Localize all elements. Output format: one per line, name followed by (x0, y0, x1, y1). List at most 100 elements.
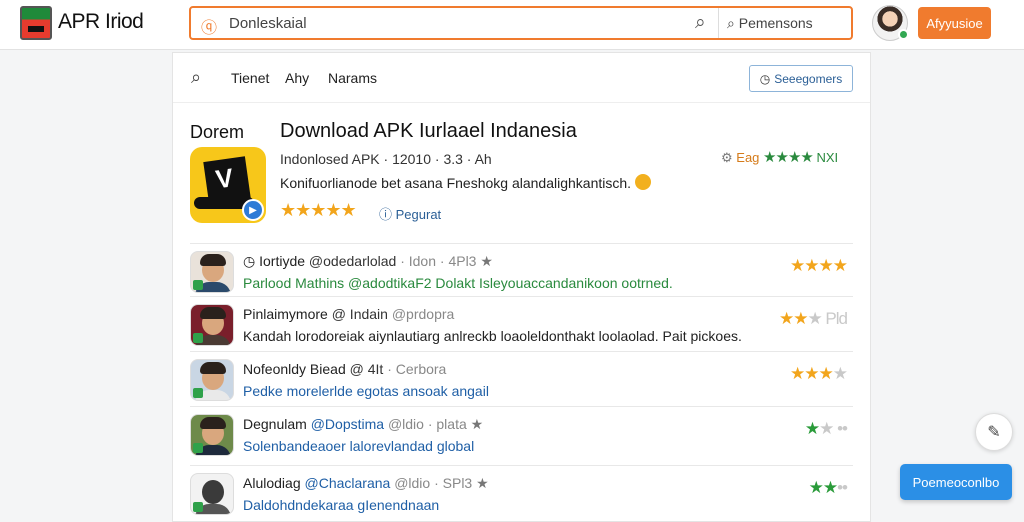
nav-link-1[interactable]: Ahy (285, 70, 309, 86)
search-box[interactable]: ⓠ Donleskaial ⌕ ⌕ Pemensons (189, 6, 853, 40)
rating-badge-suffix: NXI (816, 150, 839, 165)
reviewer-name[interactable]: Nofeonldy Biead (243, 361, 346, 377)
verified-icon (193, 443, 203, 453)
stars-empty: ★ Pld (807, 309, 848, 328)
avatar[interactable] (190, 251, 234, 293)
review-meta: @ldio · plata (387, 416, 467, 432)
app-title: Download APK Iurlaael Indanesia (280, 120, 577, 142)
review-item[interactable]: ◷ Iortiyde @odedarlolad · Idon · 4Pl3 ★ … (190, 243, 853, 299)
review-item[interactable]: Degnulam @Dopstima @ldio · plata ★ Solen… (190, 406, 853, 462)
review-header: ◷ Iortiyde @odedarlolad · Idon · 4Pl3 ★ (243, 253, 493, 270)
stars-filled: ★★ (808, 478, 839, 497)
nav-action-button[interactable]: ◷ Seeegomers (749, 65, 853, 92)
review-text: Parlood Mathins @adodtikaF2 Dolakt Isley… (243, 275, 673, 291)
app-description: Konifuorlianode bet asana Fneshokg aland… (280, 174, 652, 191)
avatar[interactable] (190, 414, 234, 456)
rating-badge-label: Eag (736, 150, 760, 165)
avatar-hair (200, 254, 226, 266)
reviewer-name[interactable]: Pinlaimymore (243, 306, 328, 322)
app-rating-stars: ★★★★★ (280, 200, 357, 220)
main-panel: ⌕ Tienet Ahy Narams ◷ Seeegomers Dorem Do… (172, 52, 871, 522)
verified-icon (193, 333, 203, 343)
review-text: Daldohdndekaraa gIenendnaan (243, 497, 440, 513)
floating-action-button[interactable]: Poemeoconlbo (900, 464, 1012, 500)
avatar[interactable] (190, 304, 234, 346)
search-icon: ⌕ (727, 15, 735, 31)
reviewer-handle[interactable]: @odedarlolad (309, 253, 396, 269)
avatar-hair (200, 307, 226, 319)
review-item[interactable]: Nofeonldy Biead @ 4It · Cerbora Pedke mo… (190, 351, 853, 407)
avatar[interactable] (190, 359, 234, 401)
search-icon[interactable]: ⌕ (191, 67, 201, 88)
rating-badge: ⚙ Eag ★★★★ NXI (721, 148, 838, 166)
rating-link[interactable]: ⓘ Pegurat (379, 204, 441, 223)
nav-link-0[interactable]: Tienet (231, 70, 269, 86)
reviewer-handle[interactable]: @ Indain (332, 306, 388, 322)
reviewer-handle[interactable]: @Dopstima (311, 416, 384, 432)
user-avatar[interactable] (872, 5, 909, 41)
stars-filled: ★★★ (790, 364, 834, 383)
review-stars: ★★•• (808, 478, 848, 498)
review-meta: · Idon · 4Pl3 (400, 253, 477, 269)
review-meta: · Cerbora (387, 361, 447, 377)
reviewer-name[interactable]: Alulodiag (243, 475, 301, 491)
top-action-button[interactable]: Afyyusioe (918, 7, 991, 39)
review-text: Pedke morelerlde egotas ansoak angail (243, 383, 489, 399)
review-stars: ★★★ Pld (778, 309, 848, 329)
clock-icon: ◷ (243, 253, 256, 269)
verified-icon (193, 388, 203, 398)
review-stars: ★★★★ (790, 256, 848, 276)
rating-link-label: Pegurat (395, 207, 442, 222)
review-header: Alulodiag @Chaclarana @ldio · SPl3 ★ (243, 475, 489, 492)
review-meta: @ldio · SPl3 (394, 475, 473, 491)
top-bar: APR Iriod ⓠ Donleskaial ⌕ ⌕ Pemensons Af… (0, 0, 1024, 50)
app-icon[interactable]: ▶ (190, 147, 266, 223)
review-stars: ★★ •• (805, 419, 848, 439)
reviewer-handle[interactable]: @Chaclarana (305, 475, 391, 491)
review-header: Pinlaimymore @ Indain @prdopra (243, 306, 454, 322)
avatar-hair (200, 362, 226, 374)
verified-icon (193, 502, 203, 512)
reviewer-name[interactable]: Iortiyde (259, 253, 305, 269)
reviewer-handle[interactable]: @ 4It (350, 361, 384, 377)
review-stars: ★★★★ (790, 364, 848, 384)
section-label: Dorem (190, 122, 245, 142)
nav-action-label: Seeegomers (774, 71, 843, 86)
stars-empty: ★ •• (819, 419, 848, 438)
review-text: Kandah lorodoreiak aiynlautiarg anlreckb… (243, 328, 742, 344)
emoji-icon (635, 174, 652, 190)
avatar-face (202, 480, 224, 504)
search-submit-icon[interactable]: ⌕ (695, 12, 706, 34)
search-icon: ⓠ (201, 20, 218, 37)
star-icon[interactable]: ★ (471, 416, 484, 432)
stars-empty: ★ (832, 364, 848, 383)
brand-name[interactable]: APR Iriod (58, 10, 144, 34)
avatar[interactable] (190, 473, 234, 515)
review-header: Degnulam @Dopstima @ldio · plata ★ (243, 416, 483, 433)
stars-empty: •• (837, 478, 848, 497)
review-header: Nofeonldy Biead @ 4It · Cerbora (243, 361, 446, 377)
review-item[interactable]: Alulodiag @Chaclarana @ldio · SPl3 ★ Dal… (190, 465, 853, 521)
filter-label: Pemensons (738, 15, 813, 31)
rating-badge-stars: ★★★★ (763, 149, 814, 166)
search-divider (718, 8, 719, 38)
settings-icon: ⚙ (721, 150, 733, 165)
clock-icon: ◷ (759, 71, 771, 86)
verified-icon (193, 280, 203, 290)
nav-link-2[interactable]: Narams (328, 70, 377, 86)
reviewer-name[interactable]: Degnulam (243, 416, 307, 432)
avatar-hair (200, 417, 226, 429)
review-text: Solenbandeaoer lalorevlandad global (243, 438, 475, 454)
stars-filled: ★★★★ (790, 256, 848, 275)
star-icon[interactable]: ★ (480, 253, 493, 269)
stars-filled: ★★ (778, 309, 809, 328)
search-filter[interactable]: ⌕ Pemensons (727, 15, 813, 32)
pencil-icon[interactable]: ✎ (975, 413, 1013, 451)
play-icon: ▶ (242, 199, 264, 221)
review-meta: @prdopra (391, 306, 455, 322)
search-input[interactable]: Donleskaial (229, 15, 307, 32)
app-description-text: Konifuorlianode bet asana Fneshokg aland… (280, 175, 632, 191)
app-logo[interactable] (20, 6, 52, 40)
star-icon[interactable]: ★ (476, 475, 489, 491)
review-item[interactable]: Pinlaimymore @ Indain @prdopra Kandah lo… (190, 296, 853, 352)
